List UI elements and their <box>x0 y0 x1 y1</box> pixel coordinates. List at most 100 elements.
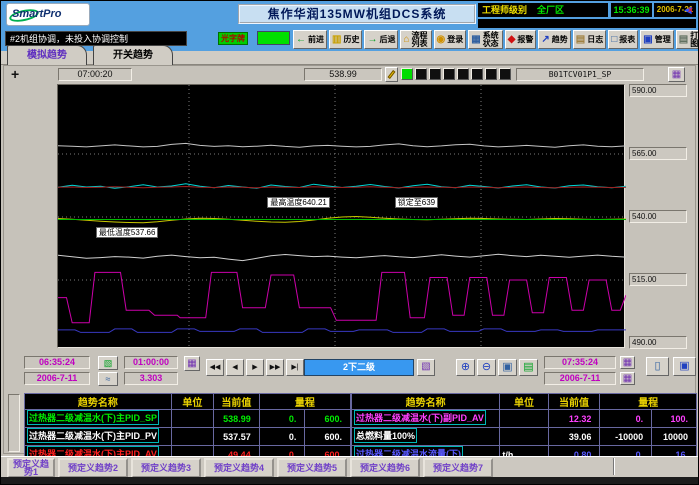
skip-to-end-button[interactable]: ▶| <box>286 359 304 376</box>
history-button[interactable]: ▥历史 <box>329 30 362 49</box>
log-icon: ▤ <box>576 35 585 45</box>
alarm-button[interactable]: ◆报警 <box>505 30 537 49</box>
zoom-out-button[interactable]: ⊖ <box>477 359 496 376</box>
trend-range-max: 100. <box>652 410 697 428</box>
calendar-icon[interactable]: ▦ <box>184 356 200 371</box>
trend-unit <box>500 428 548 446</box>
process-list-button[interactable]: ⌂流程列表 <box>400 30 431 49</box>
step-back-button[interactable]: ◀ <box>226 359 244 376</box>
save-button[interactable]: ▣ <box>498 359 517 376</box>
chart-annotation: 最低温度537.66 <box>96 227 158 238</box>
chart-annotation: 锁定至639 <box>395 197 438 208</box>
clock-time: 15:36:39 <box>611 3 652 17</box>
tab-predefined-trend-7[interactable]: 预定义趋势7 <box>423 458 493 478</box>
table-row: 总燃料量100% 39.06 -10000 10000 <box>352 428 697 446</box>
trend-current-value: 538.99 <box>214 410 260 428</box>
calendar-icon[interactable]: ▦ <box>620 356 635 369</box>
new-document-button[interactable]: ▯ <box>646 357 669 376</box>
y-axis-label: 590.00 <box>629 84 687 97</box>
trend-image-icon[interactable]: ▧ <box>98 356 118 370</box>
smartpro-logo: SmartPro <box>6 3 90 26</box>
tab-predefined-trend-2[interactable]: 预定义趋势2 <box>58 458 128 478</box>
login-button[interactable]: ◉登录 <box>434 30 467 49</box>
table-header-row: 趋势名称 单位 当前值 量程 <box>25 394 351 410</box>
arrow-left-icon: ← <box>296 35 306 45</box>
trend-current-value: 12.32 <box>548 410 600 428</box>
history-icon: ▥ <box>332 35 341 45</box>
trend-name[interactable]: 过热器二级减温水(下)副PID_AV <box>354 410 486 425</box>
step-forward-button[interactable]: ▶ <box>246 359 264 376</box>
trend-button[interactable]: ↗趋势 <box>538 30 570 49</box>
tag-name-box: B01TCV01P1_SP <box>516 68 644 81</box>
pen-select-3[interactable] <box>429 68 441 80</box>
trend-range-max: 600. <box>305 410 351 428</box>
trend-group-select[interactable]: 2下二级 <box>304 359 414 376</box>
zoom-in-button[interactable]: ⊕ <box>456 359 475 376</box>
table-header-row: 趋势名称 单位 当前值 量程 <box>352 394 697 410</box>
pen-select-4[interactable] <box>443 68 455 80</box>
logo-text: SmartPro <box>12 8 62 20</box>
tab-predefined-trend-5[interactable]: 预定义趋势5 <box>277 458 347 478</box>
fast-forward-button[interactable]: ▶▶ <box>266 359 284 376</box>
tab-predefined-trend-4[interactable]: 预定义趋势4 <box>204 458 274 478</box>
trend-name[interactable]: 总燃料量100% <box>354 428 417 443</box>
plant-area: 全厂区 <box>537 3 564 17</box>
user-info-box: 工程师级别 全厂区 <box>478 3 608 17</box>
back-button[interactable]: →后退 <box>364 30 398 49</box>
trend-table-right: 趋势名称 单位 当前值 量程 过热器二级减温水(下)副PID_AV 12.32 … <box>351 393 697 454</box>
pen-select-5[interactable] <box>457 68 469 80</box>
tab-predefined-trend-6[interactable]: 预定义趋势6 <box>350 458 420 478</box>
dcs-trend-window: SmartPro 焦作华润135MW机组DCS系统 工程师级别 全厂区 15:3… <box>0 0 699 485</box>
tab-switch-trend[interactable]: 开关趋势 <box>93 45 173 65</box>
system-status-button[interactable]: ▦系统状态 <box>468 30 502 49</box>
annunciator-badge[interactable]: 光字牌 <box>218 32 248 45</box>
rewind-button[interactable]: ◀◀ <box>206 359 224 376</box>
save-file-button[interactable]: ▣ <box>673 357 696 376</box>
calendar-icon[interactable]: ▦ <box>668 67 685 82</box>
span-value-box: 3.303 <box>124 372 178 385</box>
pen-icon[interactable] <box>385 67 398 82</box>
report-button[interactable]: □报表 <box>608 30 638 49</box>
trend-current-value: 537.57 <box>214 428 260 446</box>
arrow-right-icon: → <box>367 35 377 45</box>
playback-control-bar: 06:35:24 2006-7-11 ▧ ≈ 01:00:00 3.303 ▦ … <box>4 353 695 390</box>
pen-select-2[interactable] <box>415 68 427 80</box>
col-header-value: 当前值 <box>214 394 260 410</box>
tab-analog-trend[interactable]: 模拟趋势 <box>7 45 87 65</box>
manage-button[interactable]: ▣管理 <box>640 30 673 49</box>
crosshair-icon[interactable]: + <box>11 67 19 82</box>
log-button[interactable]: ▤日志 <box>573 30 606 49</box>
trend-table-left: 趋势名称 单位 当前值 量程 过热器二级减温水(下)主PID_SP 538.99… <box>24 393 351 454</box>
report-icon: □ <box>611 35 617 45</box>
chart-line-icon[interactable]: ≈ <box>98 372 118 386</box>
select-image-button[interactable]: ▧ <box>417 359 435 376</box>
col-header-value: 当前值 <box>548 394 600 410</box>
trend-name[interactable]: 过热器二级减温水(下)主PID_SP <box>27 410 159 425</box>
trend-current-value: 39.06 <box>548 428 600 446</box>
pen-select-1[interactable] <box>401 68 413 80</box>
print-graphic-button[interactable]: ▤打印图形 <box>676 30 699 49</box>
cursor-value-box: 538.99 <box>304 68 382 81</box>
tab-predefined-trend-1[interactable]: 预定义趋势1 <box>7 458 55 478</box>
trend-unit <box>500 410 548 428</box>
calendar-icon[interactable]: ▦ <box>620 372 635 385</box>
print-button[interactable]: ▤ <box>519 359 538 376</box>
system-status-icon: ▦ <box>471 35 480 45</box>
speaker-muted-icon[interactable]: ◀× <box>684 4 698 17</box>
cursor-time-box: 07:00:20 <box>58 68 132 81</box>
trend-range-min: 0. <box>259 428 305 446</box>
tab-predefined-trend-3[interactable]: 预定义趋势3 <box>131 458 201 478</box>
alarm-message-bar[interactable]: #2机组协调，未投入协调控制 <box>5 31 187 46</box>
chart-annotation: 最高温度640.21 <box>267 197 329 208</box>
forward-button[interactable]: ←前进 <box>293 30 327 49</box>
trend-plot[interactable]: 最低温度537.66 最高温度640.21 锁定至639 <box>57 84 625 348</box>
trend-name[interactable]: 过热器二级减温水(下)主PID_PV <box>27 428 159 443</box>
status-lamp[interactable] <box>257 31 290 45</box>
y-axis-label: 515.00 <box>629 273 687 286</box>
pen-select-8[interactable] <box>499 68 511 80</box>
manage-icon: ▣ <box>643 35 652 45</box>
trend-unit <box>171 410 213 428</box>
trend-panel: + 07:00:20 538.99 B01TCV01P1_SP ▦ 最低温度53… <box>3 65 696 454</box>
pen-select-6[interactable] <box>471 68 483 80</box>
pen-select-7[interactable] <box>485 68 497 80</box>
